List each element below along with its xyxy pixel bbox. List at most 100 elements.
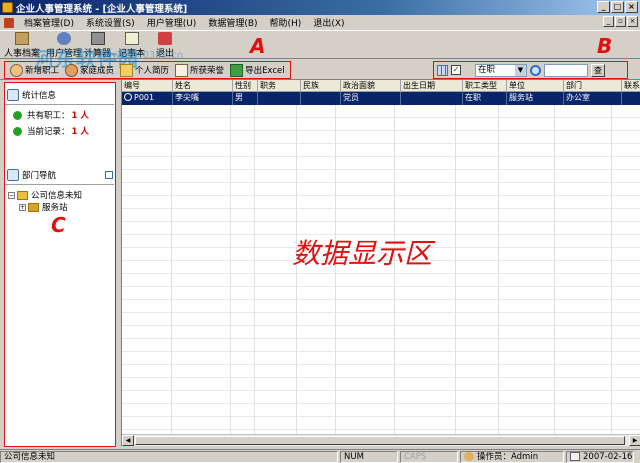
department-nav-title: 部门导航	[22, 171, 57, 181]
search-icon[interactable]	[530, 64, 541, 76]
column-header[interactable]: 政治面貌	[341, 80, 401, 92]
menu-archive[interactable]: 档案管理(D)	[18, 16, 80, 29]
table-row[interactable]: P001 李尖嘴 男 党员 在职 服务站 办公室	[122, 92, 640, 105]
add-person-icon	[10, 63, 23, 77]
status-select-value: 在职	[478, 64, 496, 75]
current-label: 当前记录：	[27, 127, 70, 137]
total-employees: 共有职工： 1 人	[13, 109, 89, 121]
menu-help[interactable]: 帮助(H)	[264, 16, 308, 29]
maximize-button[interactable]: □	[611, 1, 624, 13]
horizontal-scrollbar[interactable]: ◀ ▶	[122, 434, 640, 446]
data-display-area-label: 数据显示区	[292, 237, 433, 270]
total-value: 1 人	[71, 111, 89, 121]
menu-exit[interactable]: 退出(X)	[307, 16, 350, 29]
statistics-icon	[7, 89, 19, 101]
table-cell	[401, 92, 463, 105]
table-cell: P001	[122, 92, 173, 105]
title-bar: 企业人事管理系统 - [企业人事管理系统] _ □ ×	[0, 0, 640, 15]
app-icon	[2, 2, 13, 13]
tree-root-label: 公司信息未知	[31, 191, 83, 201]
resume-label: 个人简历	[135, 66, 170, 76]
action-toolbar: 新增职工 家庭成员 个人简历 所获荣誉 导出Excel ✓ 在职 ▼ 查	[0, 60, 640, 80]
mdi-minimize-button[interactable]: _	[603, 16, 614, 27]
table-cell	[258, 92, 301, 105]
scroll-thumb[interactable]	[135, 436, 625, 445]
menu-settings[interactable]: 系统设置(S)	[80, 16, 141, 29]
current-value: 1 人	[71, 127, 89, 137]
row-indicator-icon	[124, 93, 132, 101]
mdi-restore-button[interactable]: ▫	[615, 16, 626, 27]
column-header[interactable]: 部门	[564, 80, 622, 92]
column-header[interactable]: 性别	[233, 80, 258, 92]
table-cell	[622, 92, 640, 105]
honors-label: 所获荣誉	[190, 66, 225, 76]
folder-icon	[28, 202, 39, 212]
panel-toggle[interactable]	[105, 171, 113, 179]
family-members-button[interactable]: 家庭成员	[62, 62, 117, 78]
tree-node-service-station[interactable]: + 服务站	[19, 201, 68, 213]
status-date-text: 2007-02-16	[583, 451, 633, 462]
tree-child-label: 服务站	[42, 203, 68, 213]
column-header[interactable]: 民族	[301, 80, 341, 92]
annotation-a: A	[250, 34, 266, 58]
status-num: NUM	[340, 450, 398, 463]
status-caps: CAPS	[400, 450, 458, 463]
menu-users[interactable]: 用户管理(U)	[141, 16, 203, 29]
user-icon	[464, 452, 474, 461]
check-circle-icon	[13, 126, 22, 136]
expand-icon[interactable]: +	[19, 203, 26, 211]
export-excel-button[interactable]: 导出Excel	[227, 62, 288, 78]
chevron-down-icon: ▼	[515, 64, 526, 76]
column-header[interactable]: 联系	[622, 80, 640, 92]
filter-checkbox[interactable]: ✓	[451, 65, 461, 75]
status-select[interactable]: 在职 ▼	[475, 63, 527, 77]
annotation-c: C	[51, 213, 66, 237]
cell-id: P001	[134, 93, 155, 102]
department-nav-header: 部门导航	[7, 167, 56, 183]
calendar-icon	[570, 452, 580, 461]
status-operator-text: 操作员：Admin	[477, 451, 539, 462]
query-button[interactable]: 查	[591, 63, 605, 77]
column-header[interactable]: 职工类型	[463, 80, 507, 92]
status-company: 公司信息未知	[0, 450, 338, 463]
total-label: 共有职工：	[27, 111, 70, 121]
action-button-group: 新增职工 家庭成员 个人简历 所获荣誉 导出Excel	[4, 61, 291, 79]
table-cell: 服务站	[507, 92, 564, 105]
column-header[interactable]: 出生日期	[401, 80, 463, 92]
column-header[interactable]: 姓名	[173, 80, 233, 92]
stats-title: 统计信息	[22, 91, 57, 101]
column-header[interactable]: 编号	[122, 80, 173, 92]
menu-data[interactable]: 数据管理(B)	[202, 16, 263, 29]
column-header[interactable]: 单位	[507, 80, 564, 92]
search-input[interactable]	[544, 63, 588, 77]
export-excel-label: 导出Excel	[245, 66, 285, 76]
table-cell: 男	[233, 92, 258, 105]
grid-view-icon[interactable]	[437, 64, 448, 76]
mdi-close-button[interactable]: ×	[627, 16, 638, 27]
table-cell	[301, 92, 341, 105]
certificate-icon	[175, 63, 189, 77]
table-cell: 党员	[341, 92, 401, 105]
check-circle-icon	[13, 110, 22, 120]
resume-button[interactable]: 个人简历	[117, 62, 172, 78]
scroll-left-icon[interactable]: ◀	[122, 435, 134, 446]
tree-root-company[interactable]: − 公司信息未知	[8, 189, 82, 201]
folder-icon	[120, 63, 134, 77]
scroll-right-icon[interactable]: ▶	[629, 435, 640, 446]
status-operator: 操作员：Admin	[460, 450, 564, 463]
tag-icon	[17, 190, 28, 200]
left-panel: 统计信息 共有职工： 1 人 当前记录： 1 人 部门导航 − 公司信息未知 +…	[4, 82, 116, 447]
family-icon	[65, 63, 79, 77]
minimize-button[interactable]: _	[597, 1, 610, 13]
close-button[interactable]: ×	[625, 1, 638, 13]
menu-bar: 档案管理(D) 系统设置(S) 用户管理(U) 数据管理(B) 帮助(H) 退出…	[0, 15, 640, 30]
filter-group: ✓ 在职 ▼ 查	[433, 61, 628, 79]
status-company-text: 公司信息未知	[4, 451, 56, 462]
data-grid[interactable]: 编号 姓名 性别 职务 民族 政治面貌 出生日期 职工类型 单位 部门 联系 P…	[121, 80, 640, 446]
column-header[interactable]: 职务	[258, 80, 301, 92]
honors-button[interactable]: 所获荣誉	[172, 62, 227, 78]
add-employee-label: 新增职工	[25, 66, 60, 76]
table-cell: 办公室	[564, 92, 622, 105]
collapse-icon[interactable]: −	[8, 191, 15, 199]
add-employee-button[interactable]: 新增职工	[7, 62, 62, 78]
